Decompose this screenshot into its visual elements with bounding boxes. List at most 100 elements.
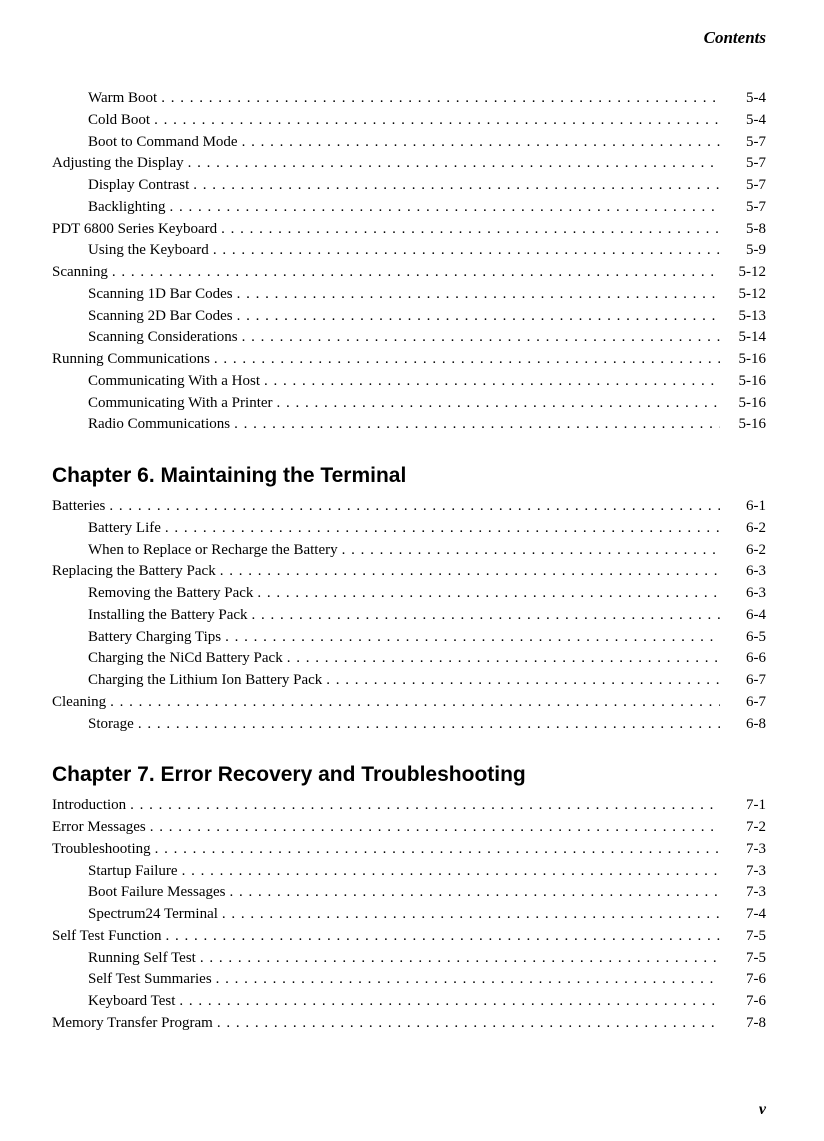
toc-entry-page: 6-4 [724, 605, 766, 627]
toc-entry-label: Backlighting [88, 197, 166, 219]
toc-leader [182, 861, 720, 883]
toc-entry-page: 7-4 [724, 904, 766, 926]
toc-entry: Scanning 2D Bar Codes5-13 [52, 306, 766, 328]
toc-entry: Warm Boot5-4 [52, 88, 766, 110]
toc-entry: Scanning 5-12 [52, 262, 766, 284]
toc-leader [193, 175, 720, 197]
toc-entry: Adjusting the Display5-7 [52, 153, 766, 175]
toc-entry: Boot Failure Messages7-3 [52, 882, 766, 904]
toc-entry-page: 6-8 [724, 714, 766, 736]
toc-entry-label: Troubleshooting [52, 839, 151, 861]
toc-entry-page: 7-3 [724, 861, 766, 883]
toc-entry-label: Communicating With a Printer [88, 393, 273, 415]
toc-leader [112, 262, 720, 284]
chapter-heading: Chapter 6. Maintaining the Terminal [52, 464, 766, 488]
toc-entry-page: 7-1 [724, 795, 766, 817]
toc-entry-page: 7-5 [724, 926, 766, 948]
toc-entry-page: 7-3 [724, 839, 766, 861]
toc-entry-label: Running Communications [52, 349, 210, 371]
toc-entry: PDT 6800 Series Keyboard5-8 [52, 219, 766, 241]
toc-entry-label: Using the Keyboard [88, 240, 209, 262]
toc-entry-page: 5-16 [724, 349, 766, 371]
toc-entry-label: Startup Failure [88, 861, 178, 883]
toc-entry: Removing the Battery Pack 6-3 [52, 583, 766, 605]
toc-entry-label: Cold Boot [88, 110, 150, 132]
toc-entry: Communicating With a Host5-16 [52, 371, 766, 393]
toc-leader [214, 349, 720, 371]
toc-entry: Charging the NiCd Battery Pack6-6 [52, 648, 766, 670]
toc-entry-label: Boot Failure Messages [88, 882, 225, 904]
toc-entry-label: Battery Charging Tips [88, 627, 221, 649]
toc-entry-page: 6-5 [724, 627, 766, 649]
toc-entry-page: 5-16 [724, 393, 766, 415]
toc-entry-page: 6-1 [724, 496, 766, 518]
toc-entry: Scanning Considerations 5-14 [52, 327, 766, 349]
toc-leader [138, 714, 720, 736]
toc-entry: Battery Charging Tips 6-5 [52, 627, 766, 649]
toc-leader [166, 926, 720, 948]
toc-entry-page: 5-16 [724, 371, 766, 393]
toc-entry-page: 5-8 [724, 219, 766, 241]
toc-entry: Communicating With a Printer 5-16 [52, 393, 766, 415]
toc-entry-page: 7-6 [724, 991, 766, 1013]
toc-entry-label: Replacing the Battery Pack [52, 561, 216, 583]
toc-entry: Boot to Command Mode 5-7 [52, 132, 766, 154]
toc-entry: Installing the Battery Pack 6-4 [52, 605, 766, 627]
toc-entry: Startup Failure 7-3 [52, 861, 766, 883]
toc-leader [161, 88, 720, 110]
toc-entry-label: Boot to Command Mode [88, 132, 238, 154]
toc-entry: Scanning 1D Bar Codes5-12 [52, 284, 766, 306]
toc-entry-page: 5-14 [724, 327, 766, 349]
toc-leader [277, 393, 720, 415]
toc-entry-label: Installing the Battery Pack [88, 605, 248, 627]
toc-leader [257, 583, 720, 605]
toc-entry-page: 5-12 [724, 262, 766, 284]
toc-leader [326, 670, 720, 692]
toc-leader [222, 904, 720, 926]
toc-entry: Batteries 6-1 [52, 496, 766, 518]
toc-entry-page: 5-7 [724, 132, 766, 154]
toc-entry: Self Test Summaries7-6 [52, 969, 766, 991]
toc-entry-label: Running Self Test [88, 948, 196, 970]
toc-leader [220, 561, 720, 583]
toc-leader [225, 627, 720, 649]
toc-entry-label: Memory Transfer Program [52, 1013, 213, 1035]
toc-entry-label: Scanning Considerations [88, 327, 238, 349]
toc-section: Warm Boot5-4Cold Boot5-4Boot to Command … [52, 88, 766, 436]
toc-entry-label: Storage [88, 714, 134, 736]
toc-entry-label: Charging the Lithium Ion Battery Pack [88, 670, 322, 692]
toc-entry-page: 6-2 [724, 540, 766, 562]
toc-entry-page: 6-7 [724, 670, 766, 692]
toc-leader [150, 817, 720, 839]
toc-entry: Replacing the Battery Pack6-3 [52, 561, 766, 583]
toc-entry-label: Scanning 1D Bar Codes [88, 284, 233, 306]
toc-leader [221, 219, 720, 241]
toc-entry-label: Batteries [52, 496, 105, 518]
toc-entry: Introduction 7-1 [52, 795, 766, 817]
toc-leader [155, 839, 720, 861]
toc-entry-label: Spectrum24 Terminal [88, 904, 218, 926]
toc-entry-label: Self Test Function [52, 926, 162, 948]
toc-entry-page: 6-2 [724, 518, 766, 540]
toc-entry-label: Adjusting the Display [52, 153, 184, 175]
toc-entry: When to Replace or Recharge the Battery6… [52, 540, 766, 562]
toc-section: Chapter 6. Maintaining the Terminal Batte… [52, 464, 766, 735]
toc-leader [342, 540, 720, 562]
toc-entry: Troubleshooting 7-3 [52, 839, 766, 861]
toc-entry-page: 5-7 [724, 175, 766, 197]
toc-entry: Self Test Function 7-5 [52, 926, 766, 948]
toc-leader [109, 496, 720, 518]
toc-entry-page: 5-7 [724, 197, 766, 219]
toc-entry-label: Introduction [52, 795, 126, 817]
toc-entry: Backlighting 5-7 [52, 197, 766, 219]
toc-entry-page: 7-6 [724, 969, 766, 991]
toc-entry: Cleaning6-7 [52, 692, 766, 714]
toc-leader [165, 518, 720, 540]
toc-entry-label: Scanning [52, 262, 108, 284]
page-header-label: Contents [52, 28, 766, 48]
toc-entry-label: Removing the Battery Pack [88, 583, 253, 605]
toc-entry-page: 6-3 [724, 583, 766, 605]
toc-leader [234, 414, 720, 436]
toc-entry-label: Charging the NiCd Battery Pack [88, 648, 283, 670]
toc-entry-label: Scanning 2D Bar Codes [88, 306, 233, 328]
